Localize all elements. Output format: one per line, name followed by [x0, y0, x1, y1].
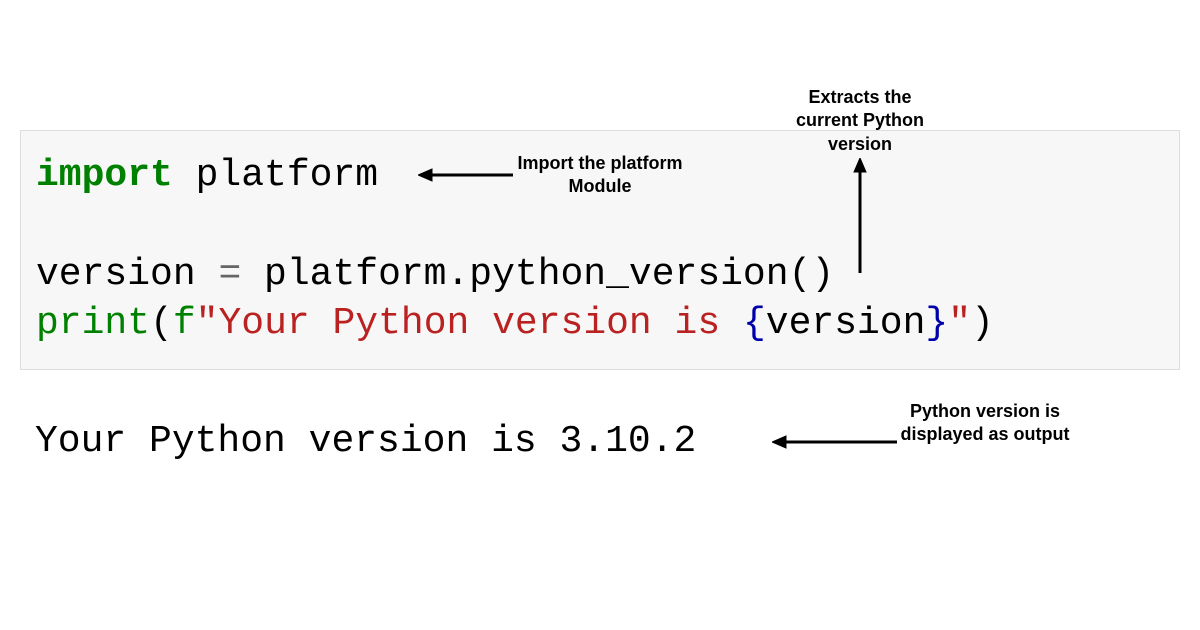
- expression: platform.python_version(): [241, 253, 834, 296]
- annotation-extracts: Extracts the current Python version: [790, 86, 930, 156]
- paren-close: ): [971, 302, 994, 345]
- paren-open: (: [150, 302, 173, 345]
- arrow-left-icon: [418, 165, 513, 185]
- annotation-output: Python version is displayed as output: [900, 400, 1070, 447]
- blank-line: [36, 200, 1164, 249]
- output-text: Your Python version is 3.10.2: [35, 420, 696, 463]
- code-line-3: print(f"Your Python version is {version}…: [36, 299, 1164, 348]
- quote-close: ": [948, 302, 971, 345]
- f-prefix: f: [173, 302, 196, 345]
- equals-op: =: [218, 253, 241, 296]
- brace-open: {: [743, 302, 766, 345]
- keyword-import: import: [36, 154, 173, 197]
- arrow-left-icon-2: [772, 432, 897, 452]
- brace-close: }: [925, 302, 948, 345]
- module-name: platform: [173, 154, 378, 197]
- annotation-import: Import the platform Module: [515, 152, 685, 199]
- arrow-down-icon: [850, 158, 870, 273]
- builtin-print: print: [36, 302, 150, 345]
- code-line-2: version = platform.python_version(): [36, 250, 1164, 299]
- interp-var: version: [766, 302, 926, 345]
- string-part-1: Your Python version is: [218, 302, 743, 345]
- quote-open: ": [196, 302, 219, 345]
- var-name: version: [36, 253, 218, 296]
